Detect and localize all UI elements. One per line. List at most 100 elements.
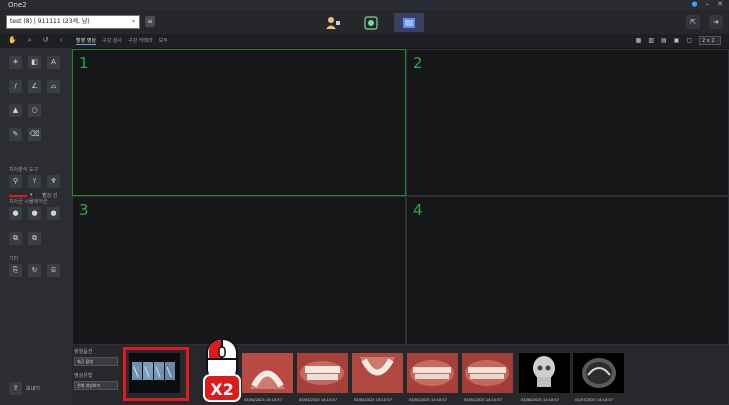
layout-3-icon[interactable]: ▤ [661,37,667,44]
header-actions: ⇱ ➜ [686,15,723,29]
upper-arch-photo [242,353,293,393]
line-icon[interactable]: ∕ [9,80,22,93]
contrast-icon[interactable]: ◧ [28,56,41,69]
arc-icon[interactable]: ⌓ [47,80,60,93]
pane-number: 2 [413,54,423,72]
crown2-icon[interactable]: ● [28,207,41,220]
tooth2-icon[interactable]: ♆ [47,175,60,188]
thumbnail-date: 03/07/2025 14:10:57 [575,398,613,402]
thumbnail-date: 03/04/2025 14:10:57 [244,398,282,402]
minimize-button[interactable]: – [706,0,710,9]
layout-2-icon[interactable]: ▥ [648,37,654,44]
close-button[interactable]: ✕ [717,0,723,9]
edit-icon[interactable]: ⌸ [47,264,60,277]
side-teeth-photo [407,353,458,393]
logout-icon[interactable]: ➜ [709,15,723,29]
stamp-icon[interactable]: ▲ [9,104,22,117]
pane-number: 4 [413,201,423,219]
window-controls: ● – ✕ [692,0,723,9]
thumbnail-date: 03/04/2025 14:10:57 [299,398,337,402]
viewer-pane-4[interactable]: 4 [406,196,729,345]
status-dot-icon: ● [691,0,698,8]
tool-row-3: ▲ ○ [9,104,41,117]
app-title: One2 [8,1,27,9]
tab-captured[interactable]: 촬영 영상 [76,37,96,45]
circle-icon[interactable]: ○ [28,104,41,117]
double-click-callout: X2 [202,337,242,403]
strip-controls: 정렬옵션 최근 촬영 영상유형 전체 영상보기 [74,348,124,396]
view-toolbar: ✋ ⌕ ↺ ‹ 촬영 영상 구강 검사 구강 카메라 모두 ▦ ▥ ▤ ▣ ▢ … [0,34,729,48]
thumbnail-lower-arch[interactable]: 03/04/2025 14:10:57 [352,353,403,402]
layout-select[interactable]: 2 x 2 [699,36,721,45]
viewer-icon [403,17,415,28]
crown3-icon[interactable]: ● [47,207,60,220]
tab-oral-exam[interactable]: 구강 검사 [102,37,122,45]
sort-select[interactable]: 최근 촬영 [74,357,118,366]
tool-row-1: ☀ ◧ A [9,56,60,69]
rotate-icon[interactable]: ↺ [43,36,49,45]
thumbnail-upper-arch[interactable]: 03/04/2025 14:10:57 [242,353,293,402]
patient-info: test (8) | 911111 (23세, 남) [10,18,90,25]
export-button[interactable]: ⇪ 보내기 [9,382,40,395]
tool-row-6: ● ● ● [9,207,60,220]
brightness-icon[interactable]: ☀ [9,56,22,69]
pane-number: 3 [79,201,89,219]
lower-arch-photo [352,353,403,393]
viewer-mode-button[interactable] [394,13,424,32]
expand-icon[interactable]: ⇱ [686,15,700,29]
compare-icon[interactable]: ⧉ [9,232,22,245]
implant-icon[interactable]: ⫯ [28,175,41,188]
copy-icon[interactable]: ⎘ [9,264,22,277]
patient-list-button[interactable]: ≡ [145,16,155,27]
layout-1-icon[interactable]: ▦ [636,37,642,44]
image-viewer: 1 2 3 4 [72,48,729,345]
compare2-icon[interactable]: ⧉ [28,232,41,245]
tool-row-8: ⎘ ↻ ⌸ [9,264,60,277]
eraser-icon[interactable]: ⌫ [28,128,41,141]
patient-selector[interactable]: test (8) | 911111 (23세, 남) ▾ [6,15,140,29]
pen-icon[interactable]: ✎ [9,128,22,141]
hand-icon[interactable]: ✋ [8,36,17,45]
ct-slice-image [573,353,624,393]
angle-icon[interactable]: ∠ [28,80,41,93]
tooth-icon[interactable]: ⚲ [9,175,22,188]
capture-mode-button[interactable] [356,13,386,32]
thumbnail-ct-slice[interactable]: 03/07/2025 14:10:57 [573,353,624,402]
thumbnail-side-right[interactable]: 03/04/2025 14:10:57 [407,353,458,402]
type-select[interactable]: 전체 영상보기 [74,381,118,390]
capture-icon [364,15,378,30]
tool-row-4: ✎ ⌫ [9,128,41,141]
thumbnail-skull-3d[interactable]: 03/08/2025 14:10:57 [519,353,570,402]
thumbnail-side-left[interactable]: 03/04/2025 14:10:57 [462,353,513,402]
thumbnail-date: 03/04/2025 14:10:57 [409,398,447,402]
patient-mode-button[interactable] [318,13,348,32]
text-icon[interactable]: A [47,56,60,69]
refresh-icon[interactable]: ↻ [28,264,41,277]
image-tabs: 촬영 영상 구강 검사 구강 카메라 모두 [76,37,168,45]
selected-thumbnail-highlight [123,347,189,401]
thumbnail-date: 03/08/2025 14:10:57 [521,398,559,402]
section-tooth-tools: 치아분석 도구 [9,167,39,173]
viewer-pane-3[interactable]: 3 [72,196,406,345]
title-bar: One2 ● – ✕ [0,0,729,10]
left-sidebar: ☀ ◧ A ∕ ∠ ⌓ ▲ ○ ✎ ⌫ ▾ 빨강 선 치아분석 도구 ⚲ ⫯ ♆… [0,48,72,405]
thumbnail-date: 03/04/2025 14:10:57 [354,398,392,402]
crown-icon[interactable]: ● [9,207,22,220]
person-icon [326,16,340,29]
layout-controls: ▦ ▥ ▤ ▣ ▢ 2 x 2 [636,36,721,45]
click-count-label: X2 [210,380,233,399]
chevron-down-icon: ▾ [131,18,135,25]
thumbnail-frontal[interactable]: 03/04/2025 14:10:57 [297,353,348,402]
tool-left-group: ✋ ⌕ ↺ ‹ [8,36,62,45]
tab-all[interactable]: 모두 [159,37,168,45]
collapse-icon[interactable]: ‹ [60,36,63,45]
viewer-pane-1[interactable]: 1 [72,49,406,196]
viewer-pane-2[interactable]: 2 [406,49,729,196]
zoom-icon[interactable]: ⌕ [28,36,32,45]
section-misc: 기타 [9,256,19,262]
layout-5-icon[interactable]: ▢ [686,37,692,44]
layout-4-icon[interactable]: ▣ [674,37,680,44]
color-swatch[interactable] [9,195,27,197]
tab-oral-camera[interactable]: 구강 카메라 [128,37,153,45]
sort-label: 정렬옵션 [74,349,93,355]
